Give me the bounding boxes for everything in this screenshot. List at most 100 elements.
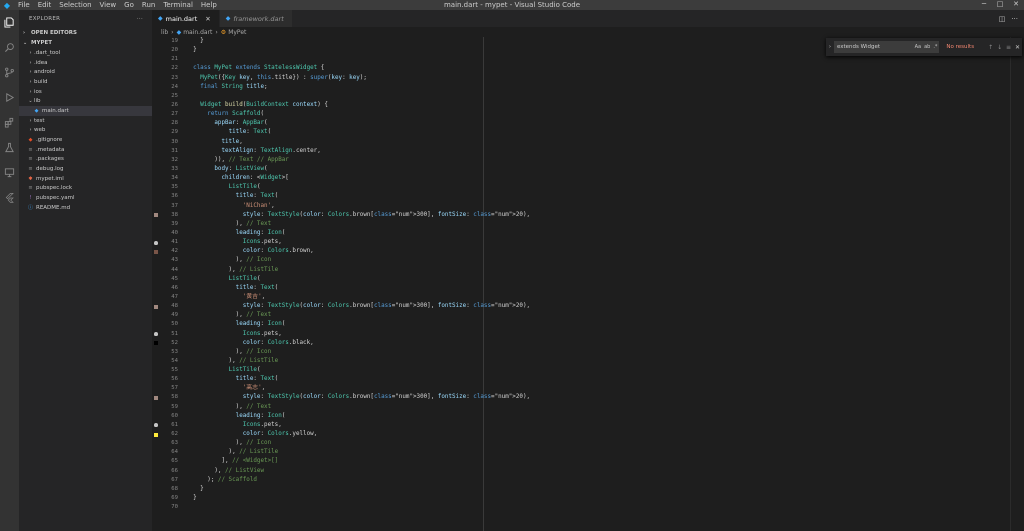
code-line[interactable]: ListTile(: [186, 183, 1024, 192]
tree-item-test[interactable]: › test: [19, 116, 152, 126]
code-line[interactable]: style: TextStyle(color: Colors.brown[cla…: [186, 211, 1024, 220]
code-line[interactable]: title: Text(: [186, 128, 1024, 137]
tree-item-pubspec-yaml[interactable]: ! pubspec.yaml: [19, 193, 152, 203]
next-match-arrow-icon[interactable]: ↓: [995, 44, 1004, 51]
more-actions-icon[interactable]: ···: [1011, 15, 1018, 23]
code-line[interactable]: title,: [186, 138, 1024, 147]
tree-item-pubspec-lock[interactable]: ≡ pubspec.lock: [19, 184, 152, 194]
project-section[interactable]: ⌄ MYPET: [19, 38, 152, 48]
code-line[interactable]: [186, 503, 1024, 512]
code-line[interactable]: ), // ListView: [186, 467, 1024, 476]
code-line[interactable]: style: TextStyle(color: Colors.brown[cla…: [186, 302, 1024, 311]
previous-match-arrow-icon[interactable]: ↑: [986, 44, 995, 51]
code-line[interactable]: title: Text(: [186, 375, 1024, 384]
code-line[interactable]: title: Text(: [186, 284, 1024, 293]
tree-item-packages[interactable]: ≡ .packages: [19, 155, 152, 165]
code-line[interactable]: leading: Icon(: [186, 320, 1024, 329]
color-swatch-icon[interactable]: [154, 341, 158, 346]
code-line[interactable]: 'NiChan',: [186, 202, 1024, 211]
code-line[interactable]: Widget build(BuildContext context) {: [186, 101, 1024, 110]
code-line[interactable]: appBar: AppBar(: [186, 119, 1024, 128]
code-line[interactable]: }: [186, 494, 1024, 503]
code-line[interactable]: )), // Text // AppBar: [186, 156, 1024, 165]
search-icon[interactable]: [0, 35, 19, 60]
code-line[interactable]: Icons.pets,: [186, 421, 1024, 430]
pet-icon[interactable]: [154, 332, 158, 336]
tree-item-dart-tool[interactable]: › .dart_tool: [19, 48, 152, 58]
tree-item-readme[interactable]: ⓘ README.md: [19, 203, 152, 213]
code-line[interactable]: ), // Text: [186, 403, 1024, 412]
code-line[interactable]: color: Colors.black,: [186, 339, 1024, 348]
menu-file[interactable]: File: [14, 1, 34, 9]
code-line[interactable]: ), // Icon: [186, 256, 1024, 265]
extensions-icon[interactable]: [0, 110, 19, 135]
code-line[interactable]: style: TextStyle(color: Colors.brown[cla…: [186, 393, 1024, 402]
code-line[interactable]: '黄吉',: [186, 293, 1024, 302]
menu-go[interactable]: Go: [120, 1, 138, 9]
more-actions-icon[interactable]: ···: [137, 16, 143, 22]
code-area[interactable]: } } class MyPet extends StatelessWidget …: [186, 37, 1024, 512]
code-line[interactable]: [186, 92, 1024, 101]
close-window-icon[interactable]: ✕: [1008, 0, 1024, 10]
code-line[interactable]: ListTile(: [186, 275, 1024, 284]
menu-terminal[interactable]: Terminal: [159, 1, 197, 9]
find-in-selection-icon[interactable]: ≡: [1004, 44, 1013, 51]
tree-item-ios[interactable]: › ios: [19, 87, 152, 97]
remote-explorer-icon[interactable]: [0, 160, 19, 185]
code-line[interactable]: ), // ListTile: [186, 266, 1024, 275]
tree-item-build[interactable]: › build: [19, 77, 152, 87]
match-whole-word-icon[interactable]: ab: [924, 44, 930, 50]
code-line[interactable]: return Scaffold(: [186, 110, 1024, 119]
open-editors-section[interactable]: › OPEN EDITORS: [19, 28, 152, 38]
code-line[interactable]: ), // Text: [186, 220, 1024, 229]
source-control-icon[interactable]: [0, 60, 19, 85]
code-line[interactable]: ), // Text: [186, 311, 1024, 320]
menu-view[interactable]: View: [96, 1, 121, 9]
tab-framework-dart[interactable]: ◆ framework.dart: [219, 10, 293, 27]
pet-icon[interactable]: [154, 423, 158, 428]
code-line[interactable]: ListTile(: [186, 366, 1024, 375]
code-line[interactable]: color: Colors.yellow,: [186, 430, 1024, 439]
code-line[interactable]: ), // Icon: [186, 439, 1024, 448]
code-line[interactable]: MyPet({Key key, this.title}) : super(key…: [186, 74, 1024, 83]
code-line[interactable]: final String title;: [186, 83, 1024, 92]
minimize-icon[interactable]: ─: [976, 0, 992, 10]
menu-help[interactable]: Help: [197, 1, 221, 9]
close-tab-icon[interactable]: ✕: [205, 15, 210, 23]
code-line[interactable]: ), // ListTile: [186, 357, 1024, 366]
color-swatch-icon[interactable]: [154, 395, 158, 400]
code-editor[interactable]: 19 20 21 22 23 24 25 26 27 28 29 30 31 32 33 34 35 36 37 38…: [152, 37, 1024, 531]
find-input[interactable]: extends Widget Aa ab .*: [833, 41, 940, 53]
tree-item-android[interactable]: › android: [19, 67, 152, 77]
code-line[interactable]: '高志',: [186, 384, 1024, 393]
code-line[interactable]: leading: Icon(: [186, 229, 1024, 238]
explorer-icon[interactable]: [0, 10, 19, 35]
vertical-scrollbar[interactable]: [1010, 37, 1024, 531]
match-case-icon[interactable]: Aa: [915, 44, 921, 50]
tree-item-main-dart[interactable]: ◆ main.dart: [19, 106, 152, 116]
color-swatch-icon[interactable]: [154, 304, 158, 309]
breadcrumb-mypet[interactable]: MyPet: [228, 29, 246, 36]
code-line[interactable]: body: ListView(: [186, 165, 1024, 174]
code-line[interactable]: class MyPet extends StatelessWidget {: [186, 64, 1024, 73]
code-line[interactable]: Icons.pets,: [186, 238, 1024, 247]
code-line[interactable]: color: Colors.brown,: [186, 247, 1024, 256]
tree-item-idea[interactable]: › .idea: [19, 58, 152, 68]
breadcrumb-lib[interactable]: lib: [161, 29, 168, 36]
pet-icon[interactable]: [154, 240, 158, 245]
code-line[interactable]: [186, 55, 1024, 64]
menu-run[interactable]: Run: [138, 1, 159, 9]
menu-edit[interactable]: Edit: [34, 1, 56, 9]
code-line[interactable]: children: <Widget>[: [186, 174, 1024, 183]
code-line[interactable]: ); // Scaffold: [186, 476, 1024, 485]
code-line[interactable]: ), // ListTile: [186, 448, 1024, 457]
tree-item-mypet-iml[interactable]: ✱ mypet.iml: [19, 174, 152, 184]
code-line[interactable]: title: Text(: [186, 192, 1024, 201]
menu-selection[interactable]: Selection: [55, 1, 95, 9]
testing-flask-icon[interactable]: [0, 135, 19, 160]
run-debug-icon[interactable]: [0, 85, 19, 110]
use-regex-icon[interactable]: .*: [933, 44, 937, 50]
tree-item-web[interactable]: › web: [19, 126, 152, 136]
tree-item-gitignore[interactable]: ◆ .gitignore: [19, 135, 152, 145]
color-swatch-icon[interactable]: [154, 432, 158, 437]
